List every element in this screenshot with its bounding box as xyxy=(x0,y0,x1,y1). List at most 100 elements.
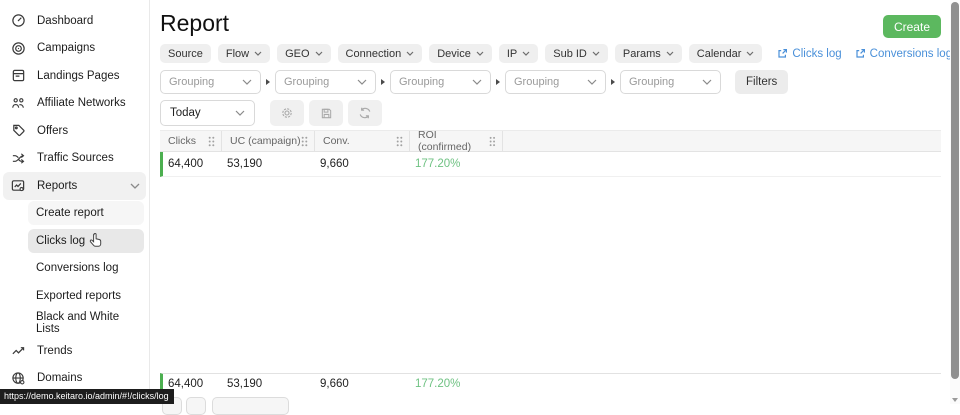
sidebar-item-landings-pages[interactable]: Landings Pages xyxy=(3,62,146,90)
grouping-select-3[interactable]: Grouping xyxy=(390,70,491,94)
filter-chip-device[interactable]: Device xyxy=(429,44,492,63)
pagination-row xyxy=(162,397,289,415)
sidebar-subitem-clicks-log[interactable]: Clicks log xyxy=(28,227,144,255)
drag-handle-icon[interactable] xyxy=(489,136,496,147)
page-size-select[interactable] xyxy=(212,397,289,415)
chevron-down-icon xyxy=(522,51,530,56)
column-header-conv[interactable]: Conv. xyxy=(315,131,410,151)
chevron-down-icon xyxy=(746,51,754,56)
filters-button[interactable]: Filters xyxy=(735,70,788,94)
filter-chip-geo[interactable]: GEO xyxy=(277,44,330,63)
table-row[interactable]: 64,400 53,190 9,660 177.20% xyxy=(160,152,941,177)
sidebar-subitem-conversions-log[interactable]: Conversions log xyxy=(28,255,144,283)
sidebar-subitem-label: Create report xyxy=(36,207,104,219)
sidebar-item-dashboard[interactable]: Dashboard xyxy=(3,7,146,35)
toolbar-row: Today xyxy=(160,100,941,126)
sidebar-item-label: Reports xyxy=(37,180,77,192)
create-button[interactable]: Create xyxy=(883,15,941,38)
chevron-down-icon xyxy=(702,79,712,85)
filter-chip-ip[interactable]: IP xyxy=(499,44,538,63)
sidebar-item-label: Dashboard xyxy=(37,15,93,27)
chevron-down-icon xyxy=(235,110,245,116)
cell-conv: 9,660 xyxy=(315,158,410,170)
pagination-next-button[interactable] xyxy=(186,397,206,415)
main-content: Report Source Flow GEO Connection Device… xyxy=(160,0,941,393)
drag-handle-icon[interactable] xyxy=(396,136,403,147)
sidebar-subitem-create-report[interactable]: Create report xyxy=(28,200,144,228)
refresh-icon xyxy=(358,106,372,120)
sidebar-item-affiliate-networks[interactable]: Affiliate Networks xyxy=(3,90,146,118)
save-report-button[interactable] xyxy=(309,100,343,126)
sidebar-item-reports[interactable]: Reports xyxy=(3,172,146,200)
drag-handle-icon[interactable] xyxy=(301,136,308,147)
scroll-down-arrow-icon[interactable] xyxy=(952,398,958,402)
conversions-log-link[interactable]: Conversions log xyxy=(855,48,952,60)
tag-icon xyxy=(10,123,26,139)
vertical-scrollbar[interactable] xyxy=(950,0,960,404)
chevron-down-icon xyxy=(472,79,482,85)
settings-button[interactable] xyxy=(270,100,304,126)
column-header-uc-campaign[interactable]: UC (campaign) xyxy=(222,131,315,151)
sidebar-subitem-label: Clicks log xyxy=(36,235,85,247)
globe-icon xyxy=(10,370,26,386)
refresh-button[interactable] xyxy=(348,100,382,126)
date-range-select[interactable]: Today xyxy=(160,100,255,126)
sidebar-item-label: Domains xyxy=(37,372,82,384)
sidebar: Dashboard Campaigns Landings Pages Affil… xyxy=(0,0,150,404)
column-header-clicks[interactable]: Clicks xyxy=(160,131,222,151)
grouping-select-5[interactable]: Grouping xyxy=(620,70,721,94)
sidebar-item-trends[interactable]: Trends xyxy=(3,337,146,365)
chevron-down-icon xyxy=(587,79,597,85)
target-icon xyxy=(10,40,26,56)
chevron-down-icon xyxy=(406,51,414,56)
grouping-separator-icon xyxy=(381,79,385,85)
sidebar-subitem-black-white-lists[interactable]: Black and White Lists xyxy=(28,310,144,338)
sidebar-item-label: Campaigns xyxy=(37,42,95,54)
filter-chips-row: Source Flow GEO Connection Device IP Sub… xyxy=(160,44,941,63)
totals-uc: 53,190 xyxy=(222,378,315,390)
chevron-down-icon xyxy=(666,51,674,56)
grouping-separator-icon xyxy=(266,79,270,85)
filter-chip-source[interactable]: Source xyxy=(160,44,211,63)
cell-roi: 177.20% xyxy=(410,158,503,170)
drag-handle-icon[interactable] xyxy=(208,136,215,147)
external-link-icon xyxy=(777,48,788,59)
grouping-select-1[interactable]: Grouping xyxy=(160,70,261,94)
column-header-roi-confirmed[interactable]: ROI (confirmed) xyxy=(410,131,503,151)
scrollbar-thumb[interactable] xyxy=(951,2,959,379)
filter-chip-params[interactable]: Params xyxy=(615,44,682,63)
grouping-select-4[interactable]: Grouping xyxy=(505,70,606,94)
status-bar-url: https://demo.keitaro.io/admin/#!/clicks/… xyxy=(0,389,174,404)
gear-icon xyxy=(280,106,294,120)
sidebar-item-label: Landings Pages xyxy=(37,70,119,82)
grouping-separator-icon xyxy=(611,79,615,85)
report-chart-icon xyxy=(10,178,26,194)
report-table: Clicks UC (campaign) Conv. ROI (confirme… xyxy=(160,130,941,393)
cell-clicks: 64,400 xyxy=(163,158,222,170)
sidebar-item-label: Trends xyxy=(37,345,72,357)
chevron-down-icon xyxy=(130,183,140,189)
split-arrows-icon xyxy=(10,150,26,166)
totals-clicks: 64,400 xyxy=(163,378,222,390)
external-link-icon xyxy=(855,48,866,59)
filter-chip-flow[interactable]: Flow xyxy=(218,44,270,63)
save-icon xyxy=(320,107,333,120)
sidebar-subitem-label: Black and White Lists xyxy=(36,311,136,335)
sidebar-item-offers[interactable]: Offers xyxy=(3,117,146,145)
sidebar-item-campaigns[interactable]: Campaigns xyxy=(3,35,146,63)
sidebar-subitem-exported-reports[interactable]: Exported reports xyxy=(28,282,144,310)
sidebar-item-traffic-sources[interactable]: Traffic Sources xyxy=(3,145,146,173)
filter-chip-connection[interactable]: Connection xyxy=(338,44,423,63)
sidebar-item-label: Affiliate Networks xyxy=(37,97,126,109)
chevron-down-icon xyxy=(357,79,367,85)
filter-chip-sub-id[interactable]: Sub ID xyxy=(545,44,608,63)
filter-chip-calendar[interactable]: Calendar xyxy=(689,44,763,63)
chevron-down-icon xyxy=(242,79,252,85)
clicks-log-link[interactable]: Clicks log xyxy=(777,48,841,60)
totals-conv: 9,660 xyxy=(315,378,410,390)
page-title: Report xyxy=(160,10,941,37)
sidebar-item-domains[interactable]: Domains xyxy=(3,365,146,393)
trend-up-icon xyxy=(10,343,26,359)
grouping-select-2[interactable]: Grouping xyxy=(275,70,376,94)
people-icon xyxy=(10,95,26,111)
